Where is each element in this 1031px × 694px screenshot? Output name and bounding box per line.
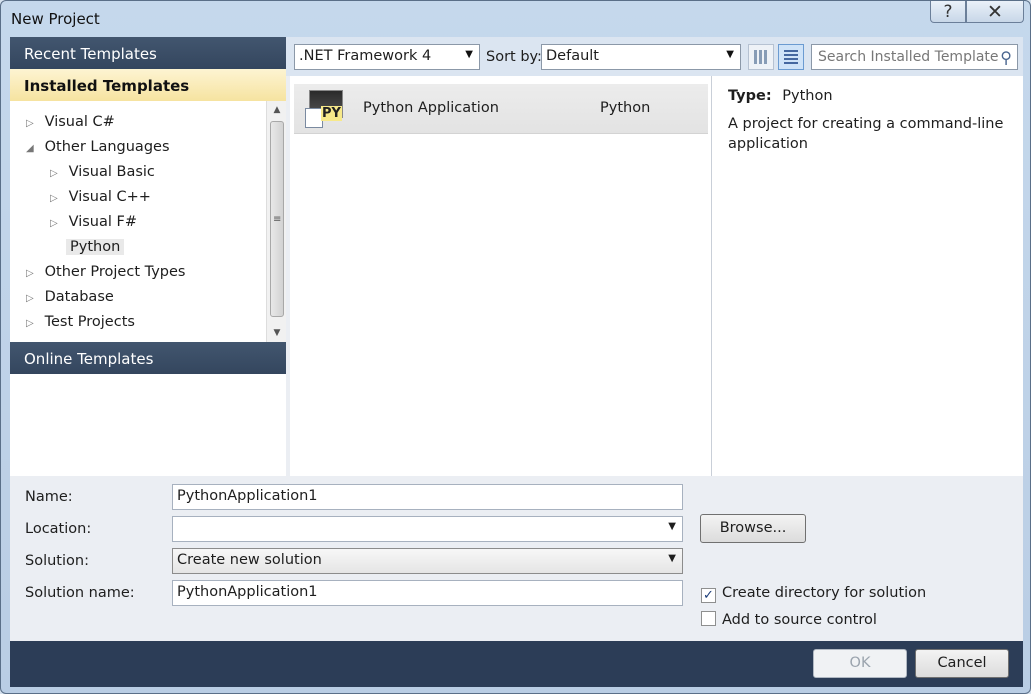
installed-templates-header[interactable]: Installed Templates: [10, 69, 286, 101]
template-item-python-application[interactable]: PY Python Application Python: [294, 84, 708, 134]
expand-arrow-icon[interactable]: ▷: [26, 312, 40, 336]
tree-item-label: Visual C++: [68, 189, 151, 205]
tree-item-python[interactable]: Python: [66, 235, 125, 259]
tree-item-label: Test Projects: [44, 314, 135, 330]
ok-button[interactable]: OK: [813, 649, 907, 678]
close-button[interactable]: ✕: [966, 1, 1024, 23]
help-icon: ?: [943, 1, 953, 22]
source-control-option[interactable]: Add to source control: [701, 611, 877, 628]
tree-item-visual-csharp[interactable]: ▷ Visual C#: [26, 110, 115, 134]
type-value: Python: [782, 88, 833, 104]
dialog-button-bar: OK Cancel: [10, 641, 1023, 687]
tree-item-database[interactable]: ▷ Database: [26, 285, 114, 309]
expand-arrow-icon[interactable]: ▷: [50, 162, 64, 186]
sort-by-label: Sort by:: [486, 49, 542, 65]
browse-button[interactable]: Browse...: [700, 514, 806, 543]
solution-name-label: Solution name:: [25, 585, 135, 601]
tree-item-label: Database: [44, 289, 114, 305]
location-combo[interactable]: ▼: [172, 516, 683, 542]
expand-arrow-icon[interactable]: ▷: [26, 262, 40, 286]
online-templates-area: [10, 374, 286, 476]
location-label: Location:: [25, 521, 92, 537]
template-tree: ▷ Visual C# ◢ Other Languages ▷ Visual B…: [10, 101, 266, 342]
scroll-down-icon[interactable]: ▼: [267, 324, 287, 342]
close-icon: ✕: [987, 0, 1003, 23]
recent-templates-header[interactable]: Recent Templates: [10, 37, 286, 69]
tree-item-label: Other Languages: [44, 139, 170, 155]
tree-item-visual-fsharp[interactable]: ▷ Visual F#: [50, 210, 137, 234]
template-categories-pane: Recent Templates Installed Templates ▷ V…: [10, 37, 286, 476]
template-name: Python Application: [363, 100, 499, 116]
create-directory-option[interactable]: ✓ Create directory for solution: [701, 585, 926, 603]
tree-item-label: Visual C#: [44, 114, 115, 130]
source-control-checkbox[interactable]: [701, 611, 716, 626]
search-placeholder: Search Installed Template: [818, 49, 999, 65]
sort-select[interactable]: Default ▼: [541, 44, 741, 70]
framework-select[interactable]: .NET Framework 4 ▼: [294, 44, 480, 70]
framework-value: .NET Framework 4: [299, 48, 432, 64]
list-view-icon: [784, 50, 798, 64]
tree-item-label: Python: [66, 239, 125, 255]
tree-item-label: Visual F#: [68, 214, 137, 230]
grid-view-icon: [754, 50, 768, 64]
tree-item-other-languages[interactable]: ◢ Other Languages: [26, 135, 170, 159]
tree-item-test-projects[interactable]: ▷ Test Projects: [26, 310, 135, 334]
tree-item-label: Visual Basic: [68, 164, 155, 180]
template-toolbar: .NET Framework 4 ▼ Sort by: Default ▼ Se…: [286, 37, 1023, 76]
collapse-arrow-icon[interactable]: ◢: [26, 137, 40, 161]
window-title: New Project: [11, 10, 100, 28]
tree-item-label: Other Project Types: [44, 264, 186, 280]
project-settings-form: Name: PythonApplication1 Location: ▼ Bro…: [10, 476, 1023, 641]
solution-label: Solution:: [25, 553, 89, 569]
search-input[interactable]: Search Installed Template ⚲: [811, 44, 1018, 70]
sort-value: Default: [546, 48, 599, 64]
template-list: PY Python Application Python: [290, 76, 712, 476]
help-button[interactable]: ?: [930, 1, 966, 23]
new-project-dialog: New Project ? ✕ Recent Templates Install…: [0, 0, 1031, 694]
search-icon[interactable]: ⚲: [1000, 48, 1012, 67]
name-input[interactable]: PythonApplication1: [172, 484, 683, 510]
type-label: Type:: [728, 88, 772, 104]
chevron-down-icon: ▼: [668, 521, 676, 532]
name-label: Name:: [25, 489, 73, 505]
grip-icon: ≡: [273, 214, 282, 225]
expand-arrow-icon[interactable]: ▷: [26, 112, 40, 136]
type-line: Type: Python: [728, 88, 1007, 104]
tree-item-visual-basic[interactable]: ▷ Visual Basic: [50, 160, 155, 184]
dialog-body: Recent Templates Installed Templates ▷ V…: [10, 37, 1023, 687]
expand-arrow-icon[interactable]: ▷: [50, 212, 64, 236]
source-control-label: Add to source control: [722, 612, 877, 628]
tree-item-visual-cpp[interactable]: ▷ Visual C++: [50, 185, 151, 209]
tree-item-other-project-types[interactable]: ▷ Other Project Types: [26, 260, 185, 284]
tree-scrollbar[interactable]: ▲ ≡ ▼: [266, 101, 286, 342]
template-description: A project for creating a command-line ap…: [728, 116, 1004, 152]
small-icons-view-button[interactable]: [748, 44, 774, 70]
solution-select[interactable]: Create new solution ▼: [172, 548, 683, 574]
cancel-button[interactable]: Cancel: [915, 649, 1009, 678]
create-directory-label: Create directory for solution: [722, 585, 927, 601]
solution-name-input[interactable]: PythonApplication1: [172, 580, 683, 606]
expand-arrow-icon[interactable]: ▷: [50, 187, 64, 211]
scroll-up-icon[interactable]: ▲: [267, 101, 287, 119]
template-details: Type: Python A project for creating a co…: [712, 76, 1023, 476]
chevron-down-icon: ▼: [465, 49, 473, 60]
create-directory-checkbox[interactable]: ✓: [701, 588, 716, 603]
title-bar: New Project ? ✕: [1, 1, 1030, 37]
chevron-down-icon: ▼: [726, 49, 734, 60]
python-application-icon: PY: [305, 90, 343, 128]
online-templates-header[interactable]: Online Templates: [10, 342, 286, 374]
template-language: Python: [600, 100, 651, 116]
chevron-down-icon: ▼: [668, 553, 676, 564]
expand-arrow-icon[interactable]: ▷: [26, 287, 40, 311]
list-view-button[interactable]: [778, 44, 804, 70]
scrollbar-thumb[interactable]: ≡: [270, 121, 284, 317]
